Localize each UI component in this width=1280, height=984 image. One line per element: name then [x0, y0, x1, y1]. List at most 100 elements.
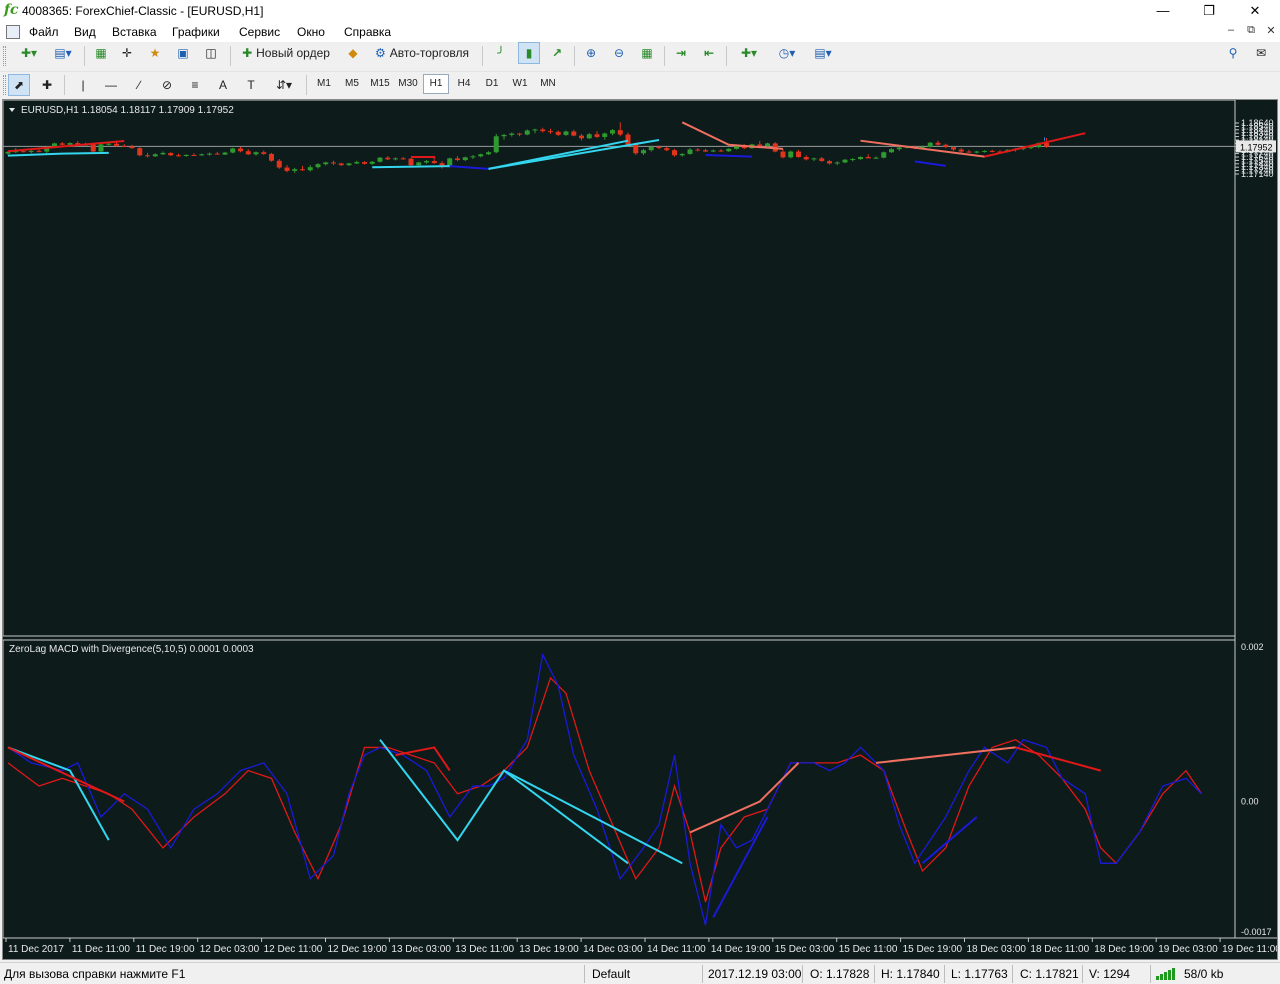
- chat-button[interactable]: ✉: [1250, 42, 1272, 64]
- status-traffic: 58/0 kb: [1184, 967, 1224, 981]
- window-title: 4008365: ForexChief-Classic - [EURUSD,H1…: [22, 4, 264, 18]
- horizontal-line-button[interactable]: —: [100, 74, 122, 96]
- menu-file[interactable]: Файл: [29, 25, 59, 39]
- chart-canvas[interactable]: 1.186401.185401.184401.183401.182401.181…: [3, 100, 1277, 959]
- status-separator: [1150, 965, 1151, 983]
- market-watch-button[interactable]: ▦: [90, 42, 112, 64]
- text-label-button[interactable]: T: [240, 74, 262, 96]
- time-tick-label: 11 Dec 2017: [8, 944, 64, 955]
- candle-body: [377, 157, 383, 162]
- vertical-line-button[interactable]: |: [72, 74, 94, 96]
- maximize-button[interactable]: ❐: [1186, 0, 1232, 22]
- candle-body: [594, 134, 600, 137]
- periods-button[interactable]: ◷▾: [770, 42, 804, 64]
- toolbar-separator: [64, 75, 65, 95]
- menu-help[interactable]: Справка: [344, 25, 391, 39]
- timeframe-d1[interactable]: D1: [479, 74, 505, 94]
- new-chart-button[interactable]: ✚▾: [10, 42, 48, 64]
- channel-button[interactable]: ⊘: [156, 74, 178, 96]
- candle-body: [462, 157, 468, 161]
- candle-body: [300, 169, 305, 171]
- time-tick-label: 14 Dec 19:00: [711, 944, 771, 955]
- terminal-button[interactable]: ▣: [172, 42, 194, 64]
- chart-window[interactable]: 1.18640 1.18540 1.18440 1.18340 1.18240 1.181…: [2, 99, 1278, 960]
- menu-window[interactable]: Окно: [297, 25, 325, 39]
- price-divergence-line: [984, 132, 1086, 158]
- strategy-tester-button[interactable]: ◫: [200, 42, 222, 64]
- document-icon[interactable]: [6, 25, 20, 39]
- menu-view[interactable]: Вид: [74, 25, 96, 39]
- candle-body: [780, 151, 786, 158]
- close-button[interactable]: ✕: [1232, 0, 1278, 22]
- zoom-out-button[interactable]: ⊖: [608, 42, 630, 64]
- line-chart-button[interactable]: ↗: [546, 42, 568, 64]
- timeframe-h4[interactable]: H4: [451, 74, 477, 94]
- status-separator: [1012, 965, 1013, 983]
- fibonacci-button[interactable]: ≡: [184, 74, 206, 96]
- text-icon: A: [218, 78, 227, 92]
- toolbar-separator: [230, 46, 231, 66]
- timeframe-m1[interactable]: M1: [311, 74, 337, 94]
- text-button[interactable]: A: [212, 74, 234, 96]
- time-tick-label: 13 Dec 11:00: [455, 944, 514, 955]
- zoom-in-button[interactable]: ⊕: [580, 42, 602, 64]
- timeframe-h1[interactable]: H1: [423, 74, 449, 94]
- macd-divergence-line: [1015, 746, 1102, 772]
- timeframe-m5[interactable]: M5: [339, 74, 365, 94]
- new-order-button[interactable]: ✚ Новый ордер: [236, 42, 336, 64]
- candle-body: [160, 152, 166, 155]
- macd-divergence-line: [712, 816, 769, 918]
- toolbar-grip[interactable]: [3, 46, 6, 66]
- arrows-button[interactable]: ⇵▾: [268, 74, 300, 96]
- mdi-minimize-icon[interactable]: –: [1222, 24, 1240, 40]
- metaeditor-button[interactable]: ◆: [342, 42, 364, 64]
- menu-insert[interactable]: Вставка: [112, 25, 157, 39]
- timeframe-m30[interactable]: M30: [395, 74, 421, 94]
- minimize-button[interactable]: —: [1140, 0, 1186, 22]
- candle-body: [757, 144, 763, 147]
- candle-body: [765, 143, 770, 147]
- candle-body: [261, 152, 267, 154]
- status-profile[interactable]: Default: [592, 967, 630, 981]
- crosshair-button[interactable]: ✚: [36, 74, 58, 96]
- time-tick-label: 12 Dec 03:00: [200, 944, 260, 955]
- mdi-close-icon[interactable]: ✕: [1262, 24, 1280, 40]
- price-divergence-layer: [7, 121, 1086, 170]
- trendline-button[interactable]: ∕: [128, 74, 150, 96]
- candle-body: [98, 144, 104, 152]
- profiles-button[interactable]: ▤▾: [48, 42, 78, 64]
- chat-icon: ✉: [1255, 46, 1267, 60]
- time-tick-label: 15 Dec 11:00: [839, 944, 898, 955]
- timeframe-mn[interactable]: MN: [535, 74, 561, 94]
- data-window-button[interactable]: ✛: [116, 42, 138, 64]
- status-separator: [1082, 965, 1083, 983]
- zoom-in-icon: ⊕: [585, 46, 597, 60]
- candle-body: [726, 148, 732, 152]
- autotrade-button[interactable]: ⚙ Авто-торговля: [368, 42, 476, 64]
- candle-body: [873, 157, 879, 159]
- navigator-button[interactable]: ★: [144, 42, 166, 64]
- bar-chart-button[interactable]: ╯: [490, 42, 512, 64]
- search-button[interactable]: ⚲: [1222, 42, 1244, 64]
- status-help: Для вызова справки нажмите F1: [4, 967, 186, 981]
- candle-body: [641, 150, 646, 154]
- cursor-button[interactable]: ⬈: [8, 74, 30, 96]
- candle-body: [811, 158, 817, 160]
- tile-windows-button[interactable]: ▦: [636, 42, 658, 64]
- candle-chart-button[interactable]: ▮: [518, 42, 540, 64]
- chart-collapse-icon[interactable]: [9, 108, 15, 112]
- menu-charts[interactable]: Графики: [172, 25, 220, 39]
- toolbar-grip[interactable]: [3, 75, 6, 95]
- indicators-button[interactable]: ✚▾: [732, 42, 766, 64]
- toolbar-separator: [726, 46, 727, 66]
- timeframe-w1[interactable]: W1: [507, 74, 533, 94]
- candle-body: [36, 150, 42, 152]
- menu-tools[interactable]: Сервис: [239, 25, 280, 39]
- templates-button[interactable]: ▤▾: [806, 42, 840, 64]
- mdi-restore-icon[interactable]: ⧉: [1242, 24, 1260, 40]
- chart-shift-button[interactable]: ⇤: [698, 42, 720, 64]
- timeframe-m15[interactable]: M15: [367, 74, 393, 94]
- time-tick-label: 13 Dec 03:00: [391, 944, 451, 955]
- autoscroll-button[interactable]: ⇥: [670, 42, 692, 64]
- candle-body: [230, 148, 236, 153]
